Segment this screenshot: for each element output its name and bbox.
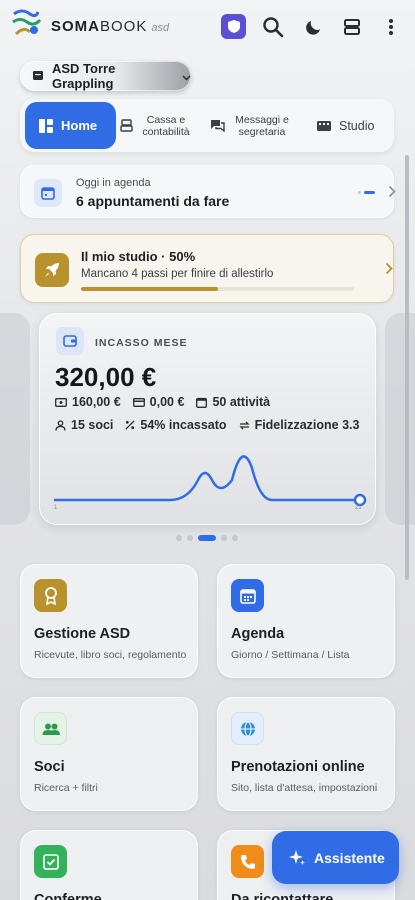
- kpi-card-next[interactable]: [385, 313, 415, 525]
- calendar-icon: [231, 579, 264, 612]
- sparkline-end-point: [353, 493, 367, 507]
- search-icon: [263, 17, 284, 38]
- agenda-count: 6 appuntamenti da fare: [76, 193, 230, 209]
- app-header: SOMABOOK asd: [0, 0, 415, 54]
- studio-title: Il mio studio · 50%: [81, 249, 196, 264]
- studio-setup-card[interactable]: Il mio studio · 50% Mancano 4 passi per …: [20, 234, 394, 303]
- phone-icon: [231, 845, 264, 878]
- tab-messaggi[interactable]: Messaggi e segretaria: [210, 102, 300, 149]
- kpi-card-prev[interactable]: [0, 313, 30, 525]
- tab-cassa[interactable]: Cassa e contabilità: [120, 102, 204, 149]
- kpi-cash: 160,00 €: [72, 395, 121, 409]
- chevron-down-icon: [182, 69, 191, 84]
- tile-soci[interactable]: Soci Ricerca + filtri: [20, 697, 198, 811]
- today-agenda-card[interactable]: Oggi in agenda 6 appuntamenti da fare: [20, 165, 396, 218]
- more-vert-icon: [389, 19, 393, 35]
- rocket-icon: [35, 253, 69, 287]
- shield-button[interactable]: [221, 14, 246, 39]
- person-icon: [55, 419, 66, 431]
- calendar-icon: [34, 179, 62, 207]
- kpi-stats-row-2: 15 soci 54% incassato Fidelizzazione 3.3: [55, 418, 359, 432]
- studio-progress-fill: [81, 287, 218, 291]
- check-icon: [34, 845, 67, 878]
- percent-icon: [125, 420, 135, 430]
- agenda-caption: Oggi in agenda: [76, 177, 151, 189]
- sparkle-icon: [288, 849, 306, 867]
- moon-icon: [306, 21, 320, 35]
- chevron-right-icon: [385, 262, 393, 280]
- brand-name: SOMABOOK asd: [51, 18, 170, 35]
- app-logo: [12, 9, 42, 36]
- kpi-members: 15 soci: [71, 418, 114, 432]
- shield-icon: [227, 20, 240, 33]
- org-selector[interactable]: ASD Torre Grappling: [20, 61, 191, 91]
- chevron-right-icon: [388, 185, 396, 203]
- carousel-dot[interactable]: [187, 535, 193, 541]
- layout-button[interactable]: [339, 14, 365, 40]
- sparkline-start-label: 1: [54, 505, 58, 511]
- tab-studio[interactable]: Studio: [317, 102, 387, 149]
- card-icon: [132, 397, 145, 407]
- tile-prenotazioni-online[interactable]: Prenotazioni online Sito, lista d'attesa…: [217, 697, 395, 811]
- kpi-label: INCASSO MESE: [95, 337, 188, 349]
- org-name: ASD Torre Grappling: [52, 61, 116, 91]
- agenda-pager: [358, 191, 375, 194]
- kpi-carousel-dots[interactable]: [176, 535, 238, 541]
- globe-icon: [231, 712, 264, 745]
- kpi-card-monthly-income[interactable]: INCASSO MESE 320,00 € 160,00 € 0,00 € 50…: [39, 313, 376, 525]
- award-icon: [34, 579, 67, 612]
- carousel-dot[interactable]: [232, 535, 238, 541]
- kpi-collected: 54% incassato: [140, 418, 227, 432]
- cash-icon: [55, 397, 67, 407]
- layers-icon: [344, 19, 360, 35]
- scrollbar[interactable]: [405, 155, 409, 580]
- kpi-loyalty: Fidelizzazione 3.3: [254, 418, 360, 432]
- store-icon: [32, 69, 44, 84]
- theme-toggle-button[interactable]: [301, 14, 327, 40]
- kpi-card-payments: 0,00 €: [149, 395, 185, 409]
- sparkline-path: [53, 455, 362, 502]
- dashboard-icon: [39, 118, 53, 133]
- tile-agenda[interactable]: Agenda Giorno / Settimana / Lista: [217, 564, 395, 678]
- repeat-icon: [238, 421, 250, 429]
- chat-icon: [210, 119, 225, 132]
- wallet-icon: [56, 327, 84, 355]
- main-tabs: Home Cassa e contabilità Messaggi e segr…: [20, 99, 394, 152]
- studio-subtitle: Mancano 4 passi per finire di allestirlo: [81, 268, 274, 280]
- tile-conferme[interactable]: Conferme: [20, 830, 198, 900]
- carousel-dot[interactable]: [198, 535, 216, 541]
- income-sparkline: 1 21: [53, 455, 367, 511]
- assistant-button[interactable]: Assistente: [272, 831, 399, 884]
- calendar-icon: [196, 397, 208, 408]
- register-icon: [120, 119, 133, 132]
- sparkline-end-label: 21: [355, 505, 362, 511]
- search-button[interactable]: [260, 14, 286, 40]
- kpi-activities: 50 attività: [212, 395, 271, 409]
- tile-gestione-asd[interactable]: Gestione ASD Ricevute, libro soci, regol…: [20, 564, 198, 678]
- carousel-dot[interactable]: [176, 535, 182, 541]
- studio-progress-bar: [81, 287, 354, 291]
- carousel-dot[interactable]: [221, 535, 227, 541]
- users-icon: [34, 712, 67, 745]
- kpi-stats-row-1: 160,00 € 0,00 € 50 attività: [55, 395, 270, 409]
- more-button[interactable]: [378, 14, 404, 40]
- studio-icon: [317, 120, 331, 132]
- tab-home[interactable]: Home: [25, 102, 116, 149]
- kpi-value: 320,00 €: [55, 362, 157, 392]
- assistant-label: Assistente: [314, 849, 385, 866]
